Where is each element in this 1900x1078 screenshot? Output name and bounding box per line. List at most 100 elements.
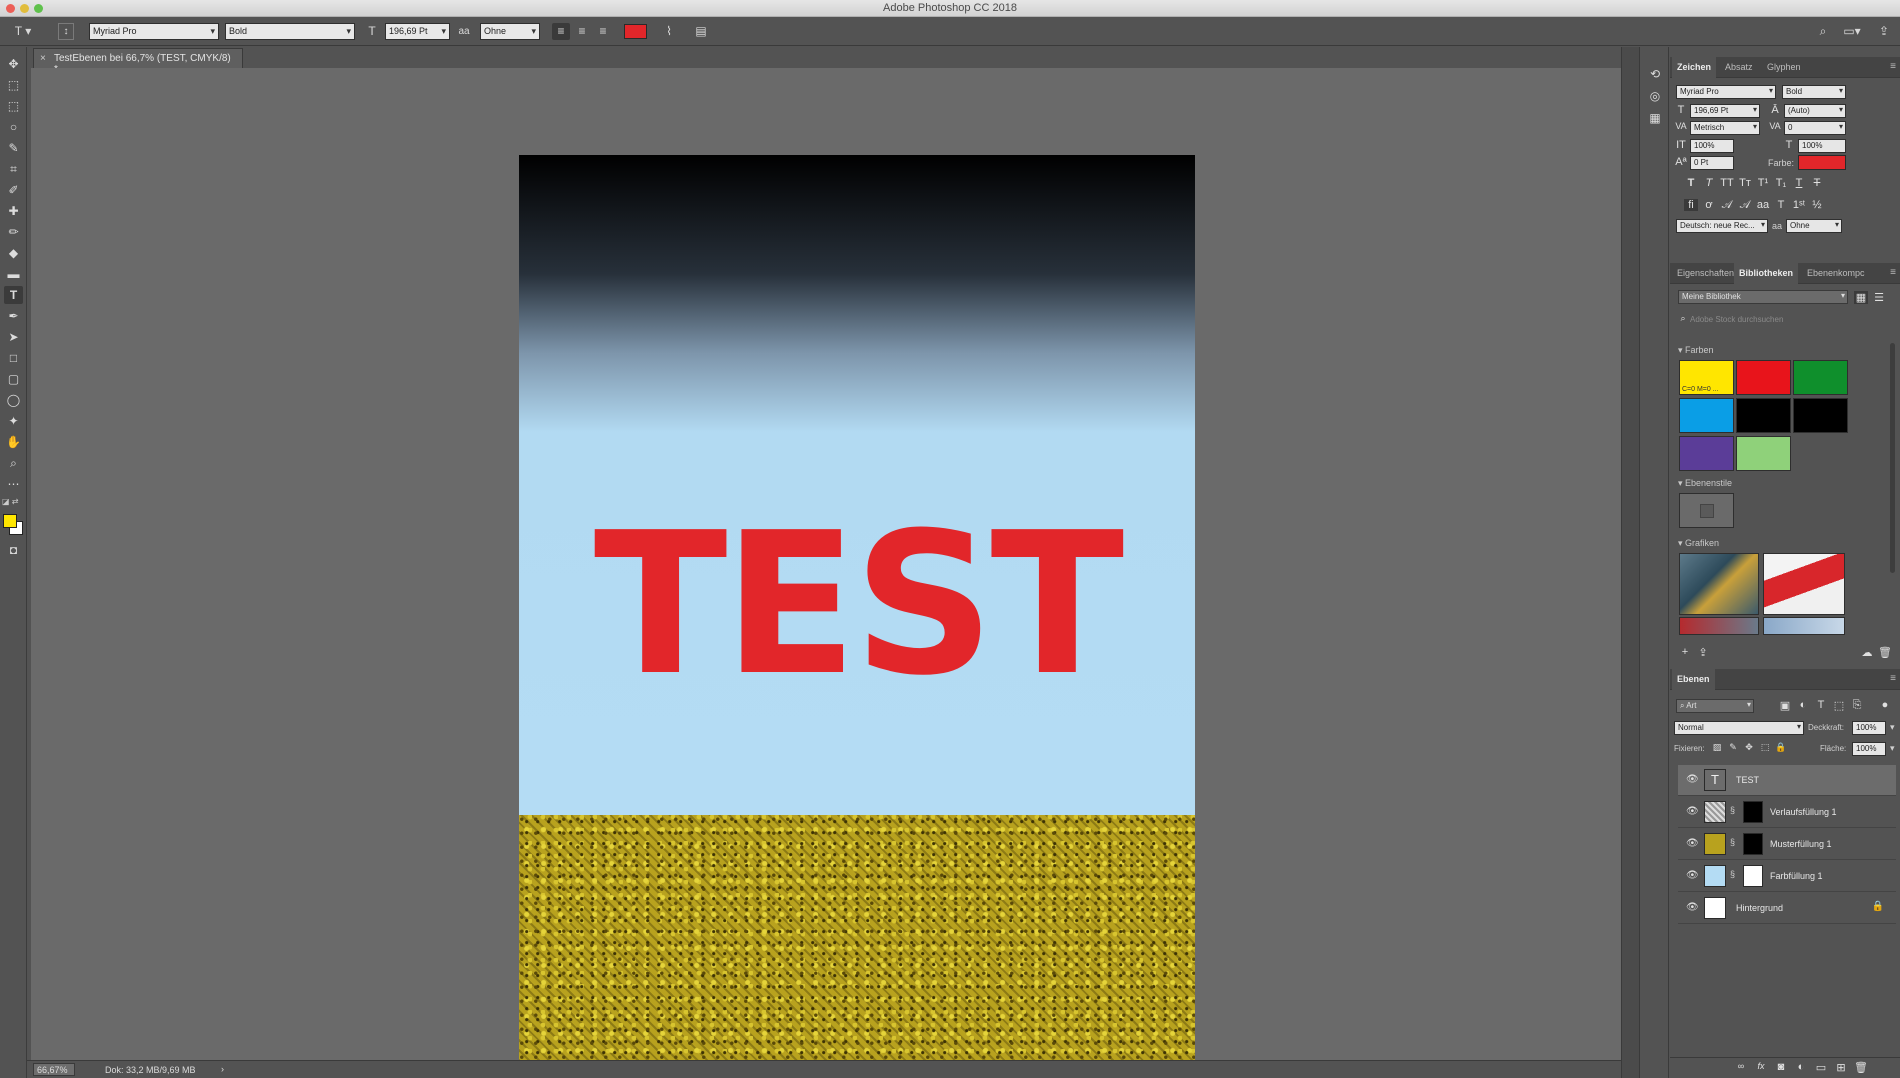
- eraser-tool-icon[interactable]: ◆: [4, 244, 23, 262]
- char-vertical-scale-field[interactable]: 100%: [1690, 139, 1734, 153]
- titling-alternates-icon[interactable]: aa: [1756, 199, 1770, 211]
- layer-row[interactable]: 👁 § Verlaufsfüllung 1: [1678, 797, 1896, 828]
- visibility-eye-icon[interactable]: 👁: [1686, 838, 1699, 849]
- tab-glyphen[interactable]: Glyphen: [1762, 57, 1806, 78]
- filter-adjustment-icon[interactable]: ◐: [1796, 699, 1810, 711]
- strikethrough-icon[interactable]: T: [1810, 177, 1824, 189]
- workspace-switcher-icon[interactable]: ▭▾: [1840, 23, 1864, 40]
- rounded-rectangle-tool-icon[interactable]: ▢: [4, 370, 23, 388]
- document-canvas[interactable]: TEST: [519, 155, 1195, 1078]
- fractions-icon[interactable]: ½: [1810, 199, 1824, 211]
- layer-styles-section-header[interactable]: ▾ Ebenenstile: [1678, 478, 1732, 489]
- link-icon[interactable]: §: [1730, 837, 1735, 847]
- more-tools-icon[interactable]: ⋯: [4, 475, 23, 493]
- graphics-section-header[interactable]: ▾ Grafiken: [1678, 538, 1719, 549]
- timeline-panel-icon[interactable]: ▦: [1647, 111, 1663, 127]
- pen-tool-icon[interactable]: ✒: [4, 307, 23, 325]
- link-icon[interactable]: §: [1730, 805, 1735, 815]
- canvas-workspace[interactable]: TEST: [31, 68, 1621, 1078]
- add-content-icon[interactable]: +: [1678, 646, 1692, 658]
- filter-toggle-icon[interactable]: ●: [1878, 699, 1892, 711]
- list-view-icon[interactable]: ☰: [1872, 291, 1886, 304]
- fill-field[interactable]: 100%: [1852, 742, 1886, 756]
- library-color-black-2[interactable]: [1793, 398, 1848, 433]
- font-family-select[interactable]: Myriad Pro ▾: [89, 23, 219, 40]
- library-color-green[interactable]: [1793, 360, 1848, 395]
- tab-eigenschaften[interactable]: Eigenschaften: [1672, 263, 1739, 284]
- char-font-family-select[interactable]: Myriad Pro ▾: [1676, 85, 1776, 99]
- status-menu-arrow-icon[interactable]: ›: [221, 1064, 224, 1074]
- layer-row[interactable]: 👁 § Farbfüllung 1: [1678, 861, 1896, 892]
- hand-tool-icon[interactable]: ✋: [4, 433, 23, 451]
- type-tool-preset-button[interactable]: T ▾: [10, 23, 36, 40]
- subscript-icon[interactable]: T₁: [1774, 177, 1788, 189]
- tab-ebenenkompc[interactable]: Ebenenkompc: [1802, 263, 1870, 284]
- new-group-icon[interactable]: ▭: [1814, 1061, 1828, 1074]
- layer-filter-select[interactable]: ⌕ Art ▾: [1676, 699, 1754, 713]
- quick-mask-icon[interactable]: ◘: [4, 541, 23, 559]
- visibility-eye-icon[interactable]: 👁: [1686, 902, 1699, 913]
- trash-icon[interactable]: 🗑: [1878, 646, 1892, 659]
- path-selection-tool-icon[interactable]: ➤: [4, 328, 23, 346]
- lock-transparent-icon[interactable]: ▨: [1710, 742, 1724, 753]
- lock-all-icon[interactable]: 🔒: [1774, 742, 1788, 753]
- canvas-text-layer[interactable]: TEST: [519, 507, 1195, 703]
- antialias-select[interactable]: Ohne ▾: [480, 23, 540, 40]
- new-adjustment-icon[interactable]: ◐: [1794, 1061, 1808, 1073]
- 3d-panel-icon[interactable]: ◎: [1647, 89, 1663, 105]
- foreground-color-swatch[interactable]: [3, 514, 17, 528]
- lock-image-icon[interactable]: ✎: [1726, 742, 1740, 753]
- warp-text-icon[interactable]: ⌇: [660, 23, 678, 40]
- marquee-tool-icon[interactable]: ⬚: [4, 97, 23, 115]
- toggle-text-orientation-icon[interactable]: ↕: [58, 23, 74, 40]
- zoom-level-field[interactable]: 66,67%: [33, 1063, 75, 1076]
- type-tool-icon[interactable]: T: [4, 286, 23, 304]
- new-layer-icon[interactable]: ⊞: [1834, 1061, 1848, 1074]
- char-color-swatch[interactable]: [1798, 155, 1846, 170]
- align-left-icon[interactable]: ≡: [552, 23, 570, 40]
- library-select[interactable]: Meine Bibliothek ▾: [1678, 290, 1848, 304]
- tab-ebenen[interactable]: Ebenen: [1672, 669, 1715, 690]
- char-font-style-select[interactable]: Bold ▾: [1782, 85, 1846, 99]
- lasso-tool-icon[interactable]: ○: [4, 118, 23, 136]
- filter-smart-object-icon[interactable]: ⎘: [1850, 699, 1864, 712]
- library-color-purple[interactable]: [1679, 436, 1734, 471]
- layer-mask-thumbnail[interactable]: [1743, 865, 1763, 887]
- tab-absatz[interactable]: Absatz: [1720, 57, 1758, 78]
- ordinal-st-icon[interactable]: 1ˢᵗ: [1792, 199, 1806, 211]
- layer-mask-thumbnail[interactable]: [1743, 801, 1763, 823]
- library-color-red[interactable]: [1736, 360, 1791, 395]
- link-icon[interactable]: §: [1730, 869, 1735, 879]
- char-horizontal-scale-field[interactable]: 100%: [1798, 139, 1846, 153]
- grid-view-icon[interactable]: ▦: [1854, 291, 1868, 304]
- rectangle-tool-icon[interactable]: □: [4, 349, 23, 367]
- font-style-select[interactable]: Bold ▾: [225, 23, 355, 40]
- colors-section-header[interactable]: ▾ Farben: [1678, 345, 1714, 356]
- quick-selection-tool-icon[interactable]: ✎: [4, 139, 23, 157]
- align-right-icon[interactable]: ≡: [594, 23, 612, 40]
- upload-icon[interactable]: ⇪: [1696, 646, 1710, 659]
- graphic-thumbnail-1[interactable]: [1679, 553, 1759, 615]
- library-color-black[interactable]: [1736, 398, 1791, 433]
- library-layer-style[interactable]: [1679, 493, 1734, 528]
- stylistic-alternates-icon[interactable]: 𝒜: [1738, 199, 1752, 212]
- custom-shape-tool-icon[interactable]: ✦: [4, 412, 23, 430]
- link-layers-icon[interactable]: ∞: [1734, 1061, 1748, 1071]
- underline-icon[interactable]: T: [1792, 177, 1806, 189]
- faux-italic-icon[interactable]: T: [1702, 177, 1716, 189]
- visibility-eye-icon[interactable]: 👁: [1686, 774, 1699, 785]
- brush-tool-icon[interactable]: ✏: [4, 223, 23, 241]
- panel-dock-collapse-strip[interactable]: [1621, 47, 1639, 1078]
- panel-menu-icon[interactable]: ≡: [1890, 267, 1896, 278]
- char-leading-field[interactable]: (Auto) ▾: [1784, 104, 1846, 118]
- panel-menu-icon[interactable]: ≡: [1890, 673, 1896, 684]
- chevron-down-icon[interactable]: ▾: [1890, 722, 1895, 733]
- delete-layer-icon[interactable]: 🗑: [1854, 1061, 1868, 1074]
- document-tab[interactable]: × TestEbenen bei 66,7% (TEST, CMYK/8) *: [33, 48, 243, 75]
- filter-shape-icon[interactable]: ⬚: [1832, 699, 1846, 712]
- graphic-thumbnail-4[interactable]: [1763, 617, 1845, 635]
- layer-mask-thumbnail[interactable]: [1743, 833, 1763, 855]
- healing-brush-tool-icon[interactable]: ✚: [4, 202, 23, 220]
- layer-row[interactable]: 👁 T TEST: [1678, 765, 1896, 796]
- chevron-down-icon[interactable]: ▾: [1890, 743, 1895, 754]
